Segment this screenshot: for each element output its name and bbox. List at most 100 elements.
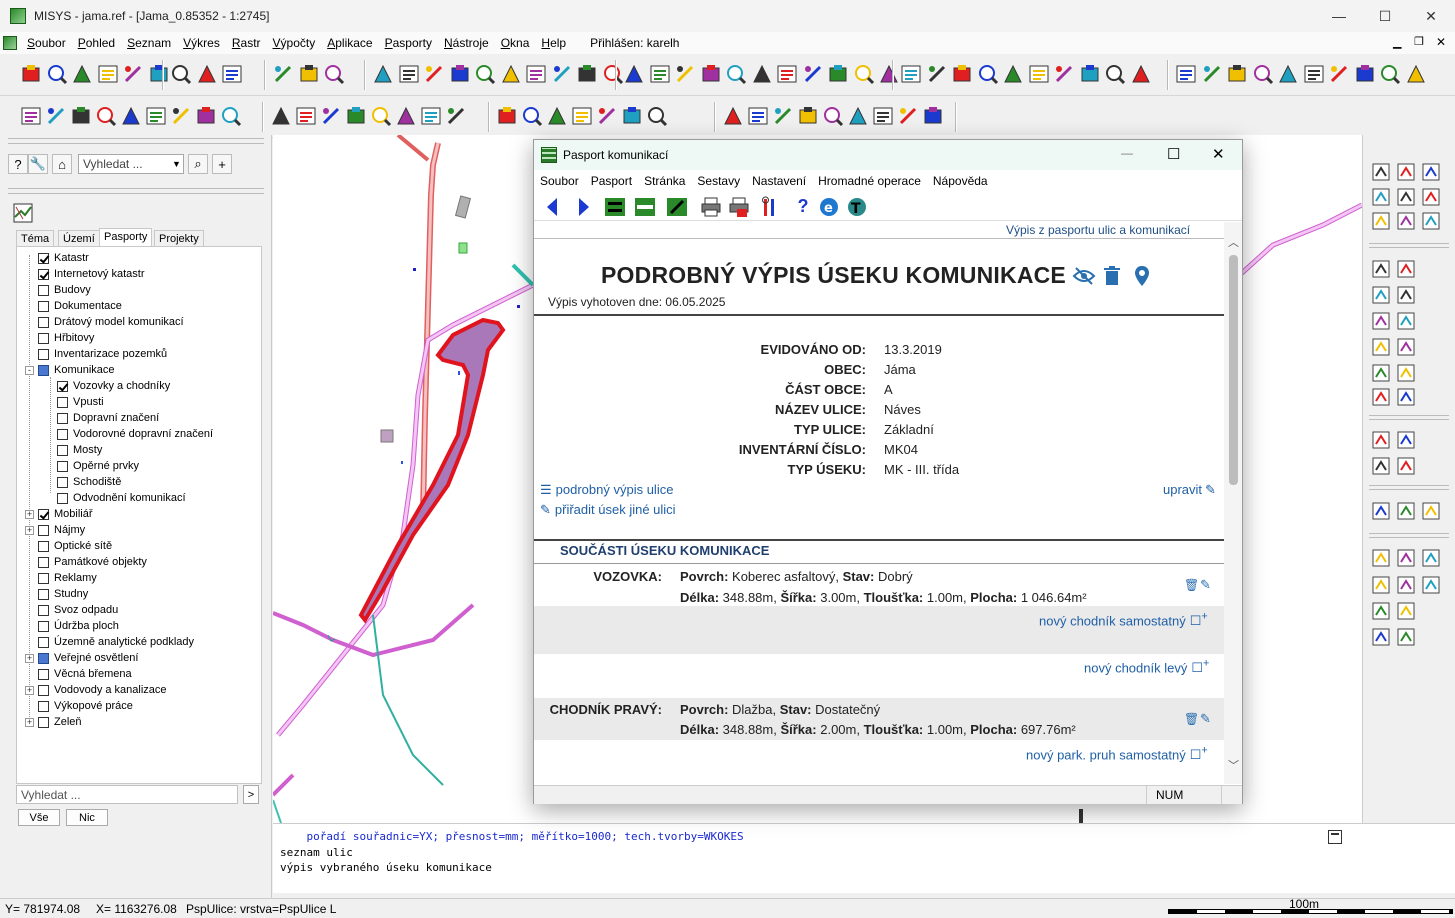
toolbar-tool-icon[interactable] <box>1354 63 1376 85</box>
search-go-button[interactable]: > <box>243 785 259 804</box>
menu-pohled[interactable]: Pohled <box>72 36 121 50</box>
toolbar-tool-icon[interactable] <box>646 105 668 127</box>
tree-item[interactable]: Katastr <box>25 250 89 266</box>
toolbar-tool-icon[interactable] <box>445 105 467 127</box>
layer-checkbox[interactable] <box>38 284 49 296</box>
dmenu-napoveda[interactable]: Nápověda <box>927 174 994 188</box>
layer-checkbox[interactable] <box>38 604 49 616</box>
tree-item[interactable]: Dopravní značení <box>57 410 159 426</box>
side-tool-icon[interactable] <box>1371 211 1391 231</box>
side-tool-icon[interactable] <box>1396 627 1416 647</box>
toolbar-tool-icon[interactable] <box>221 63 243 85</box>
expander-icon[interactable]: + <box>25 653 34 663</box>
edit-link[interactable]: upravit ✎ <box>1163 482 1216 498</box>
side-tool-icon[interactable] <box>1371 627 1391 647</box>
tab-uzemi[interactable]: Území <box>58 230 100 247</box>
menu-vypocty[interactable]: Výpočty <box>267 36 322 50</box>
toolbar-tool-icon[interactable] <box>195 105 217 127</box>
toolbar-tool-icon[interactable] <box>345 105 367 127</box>
layer-checkbox[interactable] <box>38 252 49 264</box>
toolbar-tool-icon[interactable] <box>298 63 320 85</box>
side-tool-icon[interactable] <box>1421 162 1441 182</box>
browser-icon[interactable]: e <box>818 196 840 218</box>
toolbar-tool-icon[interactable] <box>323 63 345 85</box>
side-tool-icon[interactable] <box>1371 337 1391 357</box>
layer-checkbox[interactable] <box>38 636 49 648</box>
dialog-maximize-button[interactable]: ☐ <box>1167 145 1180 163</box>
side-tool-icon[interactable] <box>1396 456 1416 476</box>
toolbar-tool-icon[interactable] <box>977 63 999 85</box>
tree-item[interactable]: + Veřejné osvětlení <box>25 650 138 666</box>
toolbar-tool-icon[interactable] <box>521 105 543 127</box>
toolbar-tool-icon[interactable] <box>772 105 794 127</box>
toolbar-tool-icon[interactable] <box>822 105 844 127</box>
tab-tema[interactable]: Téma <box>16 230 55 247</box>
expander-icon[interactable]: + <box>25 509 34 519</box>
wrench-icon[interactable]: 🔧 <box>28 154 48 174</box>
toolbar-tool-icon[interactable] <box>220 105 242 127</box>
toolbar-tool-icon[interactable] <box>722 105 744 127</box>
layer-checkbox[interactable] <box>57 428 68 440</box>
tree-item[interactable]: Památkové objekty <box>25 554 147 570</box>
toolbar-tool-icon[interactable] <box>449 63 471 85</box>
tree-item[interactable]: Územně analytické podklady <box>25 634 194 650</box>
toolbar-tool-icon[interactable] <box>621 105 643 127</box>
tree-item[interactable]: Drátový model komunikací <box>25 314 184 330</box>
toolbar-tool-icon[interactable] <box>847 105 869 127</box>
toolbar-tool-icon[interactable] <box>853 63 875 85</box>
menu-vykres[interactable]: Výkres <box>177 36 226 50</box>
dmenu-nastaveni[interactable]: Nastavení <box>746 174 812 188</box>
mdi-close-icon[interactable]: ✕ <box>1436 35 1446 49</box>
toolbar-tool-icon[interactable] <box>797 105 819 127</box>
tree-item[interactable]: Studny <box>25 586 88 602</box>
toolbar-tool-icon[interactable] <box>747 105 769 127</box>
menu-soubor[interactable]: Soubor <box>21 36 72 50</box>
add-icon[interactable]: + <box>212 154 232 174</box>
tab-projekty[interactable]: Projekty <box>154 230 204 247</box>
scroll-up-icon[interactable]: ︿ <box>1228 234 1239 250</box>
command-console[interactable]: pořadí souřadnic=YX; přesnost=mm; měřítk… <box>273 823 1455 893</box>
tree-item[interactable]: Budovy <box>25 282 91 298</box>
new-sidewalk-left-link[interactable]: nový chodník levý ☐+ <box>1084 658 1209 676</box>
toolbar-tool-icon[interactable] <box>496 105 518 127</box>
tree-item[interactable]: Optické sítě <box>25 538 112 554</box>
toolbar-tool-icon[interactable] <box>776 63 798 85</box>
side-tool-icon[interactable] <box>1396 548 1416 568</box>
search-dropdown-icon[interactable]: ▼ <box>169 154 184 174</box>
toolbar-tool-icon[interactable] <box>1002 63 1024 85</box>
layer-checkbox[interactable] <box>38 524 49 536</box>
toolbar-tool-icon[interactable] <box>546 105 568 127</box>
tree-item[interactable]: Vpusti <box>57 394 104 410</box>
tree-item[interactable]: - Komunikace <box>25 362 115 378</box>
tree-item[interactable]: Schodiště <box>57 474 121 490</box>
toolbar-tool-icon[interactable] <box>827 63 849 85</box>
toolbar-tool-icon[interactable] <box>878 63 900 85</box>
dmenu-stranka[interactable]: Stránka <box>638 174 691 188</box>
toolbar-tool-icon[interactable] <box>897 105 919 127</box>
tree-item[interactable]: Odvodnění komunikací <box>57 490 186 506</box>
toolbar-tool-icon[interactable] <box>97 63 119 85</box>
home-icon[interactable]: ⌂ <box>52 154 72 174</box>
side-tool-icon[interactable] <box>1371 387 1391 407</box>
layer-checkbox[interactable] <box>38 572 49 584</box>
toolbar-tool-icon[interactable] <box>500 63 522 85</box>
toolbar-tool-icon[interactable] <box>751 63 773 85</box>
toolbar-tool-icon[interactable] <box>926 63 948 85</box>
toolbar-tool-icon[interactable] <box>95 105 117 127</box>
toolbar-tool-icon[interactable] <box>71 63 93 85</box>
tab-pasporty[interactable]: Pasporty <box>99 228 153 247</box>
menu-aplikace[interactable]: Aplikace <box>321 36 378 50</box>
menu-seznam[interactable]: Seznam <box>121 36 177 50</box>
mdi-restore-icon[interactable]: ❐ <box>1414 35 1424 48</box>
toolbar-tool-icon[interactable] <box>395 105 417 127</box>
tree-item[interactable]: Dokumentace <box>25 298 122 314</box>
tree-item[interactable]: Opěrné prvky <box>57 458 139 474</box>
toolbar-tool-icon[interactable] <box>700 63 722 85</box>
toolbar-tool-icon[interactable] <box>148 63 170 85</box>
layer-checkbox[interactable] <box>38 508 49 520</box>
location-pin-icon[interactable] <box>1134 265 1150 287</box>
dialog-minimize-button[interactable]: — <box>1121 146 1133 160</box>
side-tool-icon[interactable] <box>1396 501 1416 521</box>
toolbar-tool-icon[interactable] <box>170 105 192 127</box>
toolbar-tool-icon[interactable] <box>295 105 317 127</box>
